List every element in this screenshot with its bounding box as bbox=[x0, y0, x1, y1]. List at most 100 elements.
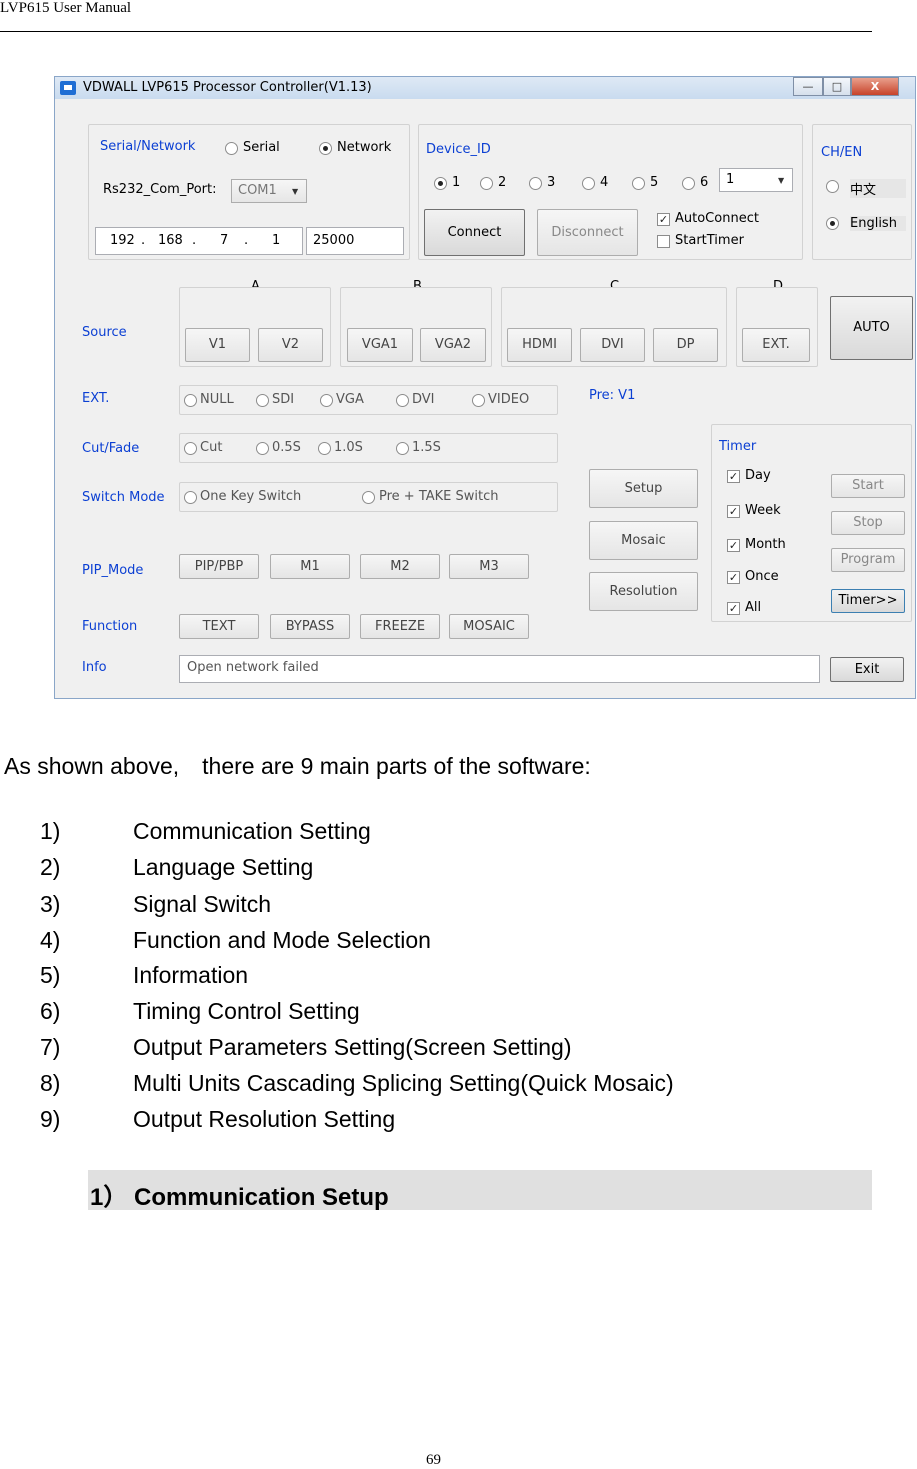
timer-month-checkbox[interactable]: ✓ bbox=[727, 539, 740, 552]
source-label: Source bbox=[82, 325, 127, 340]
function-label: Function bbox=[82, 619, 138, 634]
com-port-value: COM1 bbox=[238, 183, 277, 198]
exit-button[interactable]: Exit bbox=[830, 657, 904, 682]
chinese-radio[interactable] bbox=[826, 180, 839, 193]
source-v2-button[interactable]: V2 bbox=[258, 328, 323, 362]
auto-connect-label: AutoConnect bbox=[675, 211, 759, 226]
timer-once-checkbox[interactable]: ✓ bbox=[727, 571, 740, 584]
freeze-button[interactable]: FREEZE bbox=[360, 614, 440, 639]
source-dvi-button[interactable]: DVI bbox=[580, 328, 645, 362]
ext-dvi-radio[interactable] bbox=[396, 394, 409, 407]
minimize-button[interactable]: — bbox=[793, 77, 823, 96]
list-item-number: 5) bbox=[40, 962, 61, 988]
network-radio[interactable] bbox=[319, 142, 332, 155]
english-label: English bbox=[850, 216, 906, 231]
source-vga2-button[interactable]: VGA2 bbox=[420, 328, 486, 362]
page-number: 69 bbox=[426, 1452, 441, 1468]
list-item: Function and Mode Selection bbox=[133, 927, 431, 953]
timer-once-label: Once bbox=[745, 569, 779, 584]
device-id-radio-5[interactable] bbox=[632, 177, 645, 190]
list-item-number: 3) bbox=[40, 891, 61, 917]
device-id-radio-1[interactable] bbox=[434, 177, 447, 190]
setup-button[interactable]: Setup bbox=[589, 469, 698, 508]
text-button[interactable]: TEXT bbox=[179, 614, 259, 639]
device-id-option-3: 3 bbox=[547, 175, 556, 190]
mosaic-function-button[interactable]: MOSAIC bbox=[449, 614, 529, 639]
list-item-number: 9) bbox=[40, 1106, 61, 1132]
device-id-radio-2[interactable] bbox=[480, 177, 493, 190]
ext-null-label: NULL bbox=[200, 392, 234, 407]
maximize-button[interactable]: □ bbox=[823, 77, 851, 96]
connect-button[interactable]: Connect bbox=[424, 209, 525, 256]
pre-take-switch-radio[interactable] bbox=[362, 491, 375, 504]
close-button[interactable]: X bbox=[851, 77, 899, 96]
ext-sdi-radio[interactable] bbox=[256, 394, 269, 407]
timer-week-checkbox[interactable]: ✓ bbox=[727, 505, 740, 518]
device-id-radio-4[interactable] bbox=[582, 177, 595, 190]
device-id-radio-3[interactable] bbox=[529, 177, 542, 190]
pip-m1-button[interactable]: M1 bbox=[270, 554, 350, 579]
fade-05s-radio[interactable] bbox=[256, 442, 269, 455]
timer-stop-button[interactable]: Stop bbox=[831, 511, 905, 535]
source-dp-button[interactable]: DP bbox=[653, 328, 718, 362]
pip-m2-button[interactable]: M2 bbox=[360, 554, 440, 579]
timer-month-label: Month bbox=[745, 537, 786, 552]
switch-mode-group: One Key Switch Pre + TAKE Switch bbox=[179, 482, 558, 512]
timer-program-button[interactable]: Program bbox=[831, 548, 905, 572]
timer-more-button[interactable]: Timer>> bbox=[831, 589, 905, 613]
com-port-label: Rs232_Com_Port: bbox=[103, 182, 217, 197]
bypass-button[interactable]: BYPASS bbox=[270, 614, 350, 639]
ip-octet-2: 168 bbox=[158, 233, 183, 248]
one-key-switch-radio[interactable] bbox=[184, 491, 197, 504]
device-id-option-2: 2 bbox=[498, 175, 507, 190]
list-item-number: 4) bbox=[40, 927, 61, 953]
device-id-radio-6[interactable] bbox=[682, 177, 695, 190]
ip-dot: . bbox=[141, 233, 146, 248]
source-vga1-button[interactable]: VGA1 bbox=[347, 328, 413, 362]
fade-05s-label: 0.5S bbox=[272, 440, 301, 455]
source-v1-button[interactable]: V1 bbox=[185, 328, 250, 362]
port-field[interactable]: 25000 bbox=[306, 227, 404, 255]
device-id-label: Device_ID bbox=[426, 142, 491, 157]
com-port-select[interactable]: COM1 ▼ bbox=[231, 179, 307, 203]
chevron-down-icon: ▼ bbox=[778, 176, 785, 185]
ext-video-radio[interactable] bbox=[472, 394, 485, 407]
ext-vga-radio[interactable] bbox=[320, 394, 333, 407]
fade-15s-label: 1.5S bbox=[412, 440, 441, 455]
pip-m3-button[interactable]: M3 bbox=[449, 554, 529, 579]
ip-address-field[interactable]: 192 . 168 . 7 . 1 bbox=[95, 227, 303, 255]
resolution-button[interactable]: Resolution bbox=[589, 572, 698, 611]
auto-connect-checkbox[interactable]: ✓ bbox=[657, 213, 670, 226]
source-group-b: VGA1 VGA2 bbox=[340, 287, 492, 367]
network-radio-label: Network bbox=[337, 140, 392, 155]
ext-null-radio[interactable] bbox=[184, 394, 197, 407]
title-bar[interactable]: VDWALL LVP615 Processor Controller(V1.13… bbox=[55, 77, 915, 99]
english-radio[interactable] bbox=[826, 217, 839, 230]
ext-dvi-label: DVI bbox=[412, 392, 435, 407]
start-timer-checkbox[interactable] bbox=[657, 235, 670, 248]
ext-label: EXT. bbox=[82, 391, 110, 406]
mosaic-button[interactable]: Mosaic bbox=[589, 521, 698, 560]
auto-button[interactable]: AUTO bbox=[830, 296, 913, 360]
cut-fade-group: Cut 0.5S 1.0S 1.5S bbox=[179, 433, 558, 463]
serial-radio[interactable] bbox=[225, 142, 238, 155]
fade-15s-radio[interactable] bbox=[396, 442, 409, 455]
ip-octet-1: 192 bbox=[110, 233, 135, 248]
disconnect-button[interactable]: Disconnect bbox=[537, 209, 638, 256]
list-item: Output Resolution Setting bbox=[133, 1106, 396, 1132]
chinese-label: 中文 bbox=[850, 179, 906, 198]
timer-start-button[interactable]: Start bbox=[831, 474, 905, 498]
pip-pbp-button[interactable]: PIP/PBP bbox=[179, 554, 259, 579]
device-id-select[interactable]: 1 ▼ bbox=[719, 168, 793, 192]
fade-10s-radio[interactable] bbox=[318, 442, 331, 455]
serial-network-group: Serial/Network Serial Network Rs232_Com_… bbox=[88, 124, 410, 260]
pip-mode-label: PIP_Mode bbox=[82, 563, 144, 578]
source-hdmi-button[interactable]: HDMI bbox=[507, 328, 572, 362]
timer-day-checkbox[interactable]: ✓ bbox=[727, 470, 740, 483]
list-item: Timing Control Setting bbox=[133, 998, 360, 1024]
source-ext-button[interactable]: EXT. bbox=[742, 328, 810, 362]
ip-octet-3: 7 bbox=[220, 233, 229, 248]
timer-all-checkbox[interactable]: ✓ bbox=[727, 602, 740, 615]
cut-radio[interactable] bbox=[184, 442, 197, 455]
section-heading: 1） Communication Setup bbox=[90, 1184, 389, 1211]
